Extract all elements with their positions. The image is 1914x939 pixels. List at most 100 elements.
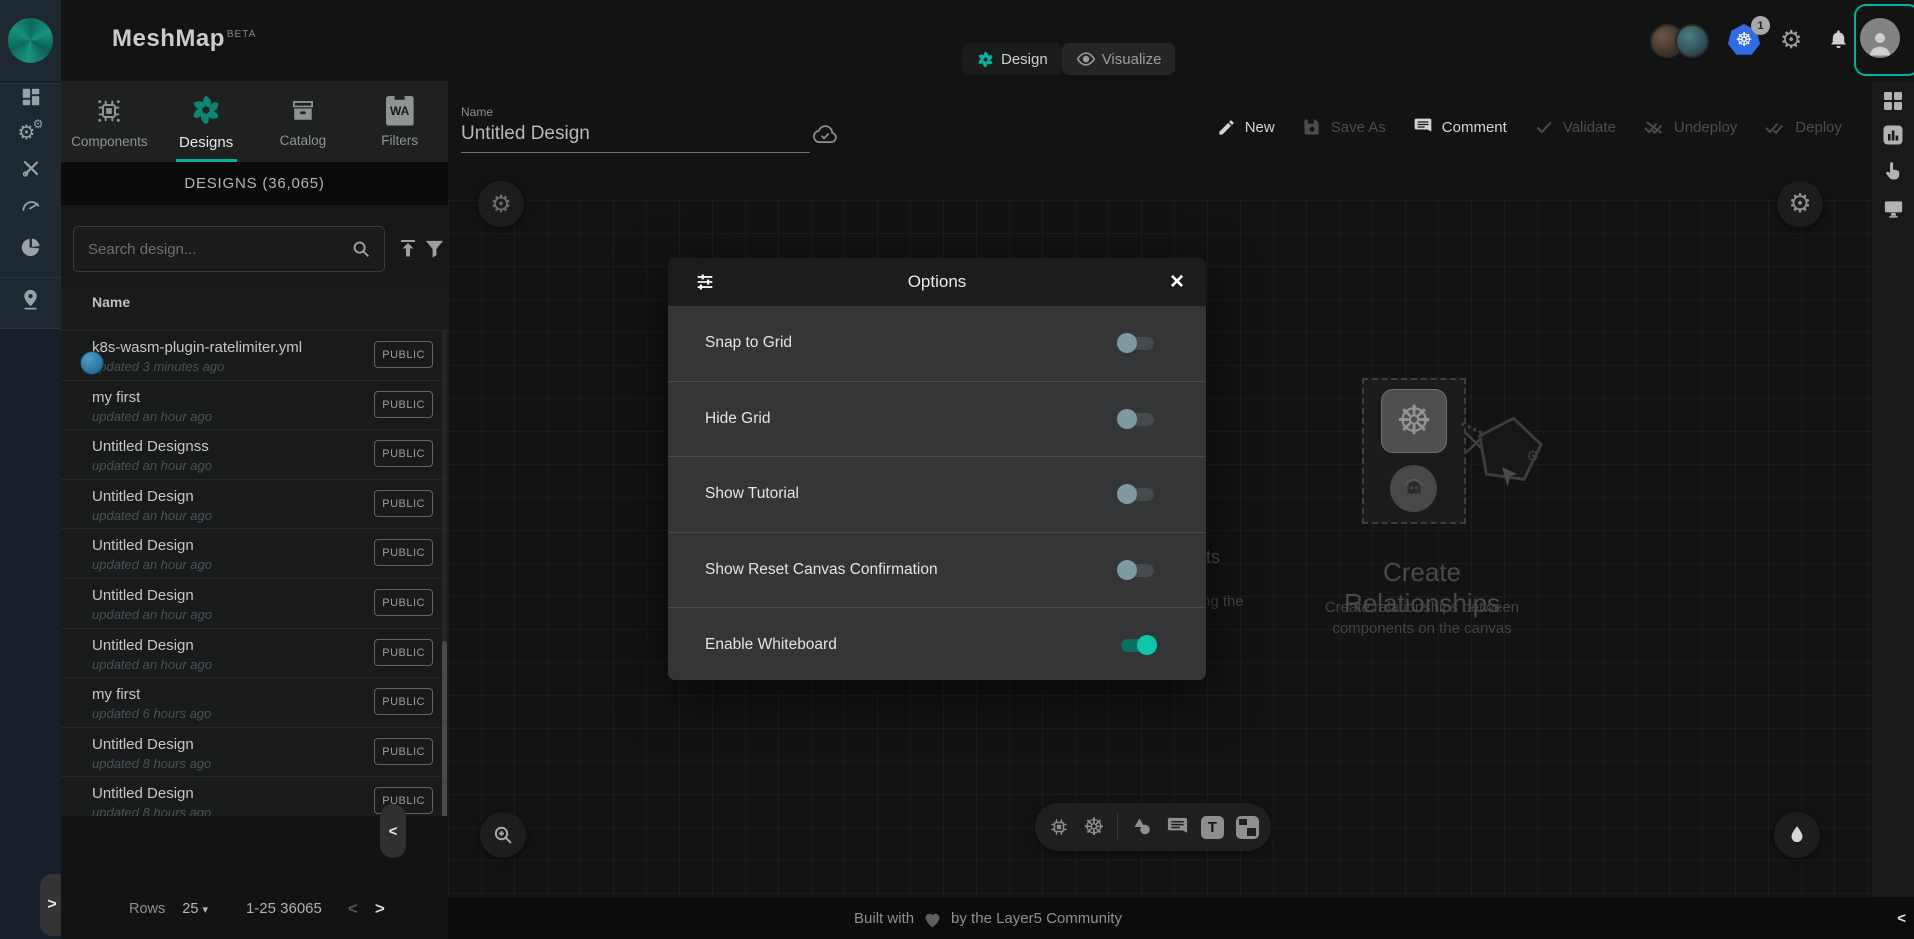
deploy-button[interactable]: Deploy <box>1764 117 1842 137</box>
user-avatar-button[interactable] <box>1860 18 1900 58</box>
design-owner-avatar <box>80 351 104 375</box>
occluded-tutorial-text: ts <box>1206 547 1220 568</box>
design-row[interactable]: Untitled Design updated an hour ago PUBL… <box>61 579 448 629</box>
settings-gear-icon[interactable]: ⚙ <box>1780 27 1802 52</box>
canvas-tools-dock: ☸ T <box>1035 803 1271 851</box>
enable-whiteboard-toggle[interactable] <box>1117 635 1157 655</box>
person-icon <box>1865 28 1895 58</box>
nav-performance-icon[interactable] <box>0 194 61 218</box>
search-icon[interactable] <box>350 238 372 260</box>
crossed-checks-icon <box>1643 117 1665 137</box>
dock-shapes-icon[interactable] <box>1130 815 1154 839</box>
undeploy-button[interactable]: Undeploy <box>1643 117 1737 137</box>
notifications-bell-icon[interactable] <box>1827 28 1850 51</box>
pointer-hand-icon[interactable] <box>1872 159 1914 182</box>
ink-drop-button[interactable] <box>1774 812 1820 858</box>
design-row[interactable]: my first updated an hour ago PUBLIC <box>61 381 448 431</box>
dock-components-icon[interactable] <box>1047 815 1071 839</box>
tab-catalog[interactable]: Catalog <box>255 81 352 162</box>
tab-visualize[interactable]: Visualize <box>1062 43 1176 75</box>
design-name-label: Name <box>461 105 493 119</box>
design-row[interactable]: Untitled Design updated an hour ago PUBL… <box>61 480 448 530</box>
show-tutorial-toggle[interactable] <box>1117 484 1157 504</box>
drawer-collapse-chevron[interactable]: < <box>380 804 406 858</box>
design-row[interactable]: Untitled Design updated 8 hours ago PUBL… <box>61 728 448 778</box>
nav-meshmap-pin-icon[interactable] <box>0 288 61 311</box>
list-pagination: Rows 25 ▾ 1-25 36065 < > <box>61 878 448 939</box>
design-spiral-icon <box>976 50 995 69</box>
nav-lifecycle-icon[interactable]: ⚙ ⚙ <box>0 118 61 144</box>
dock-divider <box>1117 814 1118 840</box>
tab-visualize-label: Visualize <box>1102 51 1162 68</box>
dock-text-icon[interactable]: T <box>1201 816 1224 839</box>
nav-configuration-icon[interactable] <box>0 157 61 179</box>
new-button[interactable]: New <box>1217 118 1275 137</box>
design-row[interactable]: Untitled Design updated an hour ago PUBL… <box>61 629 448 679</box>
cloud-saved-icon <box>810 121 840 147</box>
chart-panel-icon[interactable] <box>1872 123 1914 147</box>
snap-to-grid-toggle[interactable] <box>1117 333 1157 353</box>
tab-design[interactable]: Design <box>962 43 1062 75</box>
designs-spiral-icon <box>189 93 223 127</box>
option-enable-whiteboard: Enable Whiteboard <box>668 608 1206 680</box>
options-modal-title: Options <box>668 272 1206 292</box>
options-modal-body: Snap to Grid Hide Grid Show Tutorial Sho… <box>668 306 1206 680</box>
design-actions-toolbar: New Save As Comment <box>1217 117 1842 137</box>
right-panel-collapse-chevron[interactable]: < <box>1897 897 1906 939</box>
zoom-in-icon <box>491 823 515 847</box>
tab-filters[interactable]: WA Filters <box>351 81 448 162</box>
drawer-tabs: Components Designs <box>61 81 448 162</box>
save-as-button[interactable]: Save As <box>1302 117 1386 137</box>
design-row[interactable]: Untitled Design updated an hour ago PUBL… <box>61 529 448 579</box>
left-nav-rail: ⚙ ⚙ > ? v0.6.176 <box>0 81 61 939</box>
validate-button[interactable]: Validate <box>1534 117 1616 137</box>
heart-icon <box>922 909 943 928</box>
filter-funnel-icon[interactable] <box>423 237 446 260</box>
tab-components-label: Components <box>71 134 148 149</box>
search-area <box>61 205 448 287</box>
nav-dashboard-icon[interactable] <box>0 86 61 108</box>
save-icon <box>1302 117 1322 137</box>
canvas-options-button[interactable]: ⚙ <box>1777 181 1823 227</box>
design-row[interactable]: Untitled Designss updated an hour ago PU… <box>61 430 448 480</box>
tab-designs[interactable]: Designs <box>158 81 255 162</box>
components-chip-icon <box>93 95 125 127</box>
screen-icon[interactable] <box>1872 197 1914 220</box>
tutorial-meshery-ghost-icon <box>1390 465 1437 512</box>
comment-button[interactable]: Comment <box>1413 117 1507 137</box>
design-search-box <box>73 226 385 272</box>
canvas-settings-left-button[interactable]: ⚙ <box>478 181 524 227</box>
design-name-input[interactable] <box>461 123 806 153</box>
reset-canvas-confirmation-toggle[interactable] <box>1117 560 1157 580</box>
design-row[interactable]: my first updated 6 hours ago PUBLIC <box>61 678 448 728</box>
rows-per-page-select[interactable]: 25 ▾ <box>182 901 208 917</box>
widgets-grid-icon[interactable] <box>1872 89 1914 113</box>
hide-grid-toggle[interactable] <box>1117 409 1157 429</box>
nav-extensions-icon[interactable] <box>0 236 61 259</box>
zoom-in-button[interactable] <box>480 812 526 858</box>
app-header: MeshMapBETA Design <box>0 0 1914 81</box>
design-row[interactable]: k8s-wasm-plugin-ratelimiter.yml updated … <box>61 331 448 381</box>
design-search-input[interactable] <box>86 227 340 271</box>
next-page-button[interactable]: > <box>375 899 385 919</box>
wasm-filter-icon: WA <box>386 96 414 126</box>
options-modal-header: Options × <box>668 258 1206 306</box>
option-show-tutorial: Show Tutorial <box>668 457 1206 533</box>
collaborator-avatar-2[interactable] <box>1675 24 1709 58</box>
prev-page-button[interactable]: < <box>348 899 358 919</box>
dock-comment-icon[interactable] <box>1166 816 1189 839</box>
k8s-context-button[interactable]: ☸ 1 <box>1728 24 1760 56</box>
collaborator-avatars[interactable] <box>1650 24 1709 58</box>
close-icon[interactable]: × <box>1170 270 1184 294</box>
meshmap-app: MeshMapBETA Design <box>0 0 1914 939</box>
upload-design-icon[interactable] <box>396 236 420 260</box>
tab-components[interactable]: Components <box>61 81 158 162</box>
dock-media-icon[interactable] <box>1236 816 1259 839</box>
tutorial-small-gear-icon: ⚙ <box>1526 449 1539 464</box>
layer5-logo-tile[interactable] <box>0 0 61 81</box>
visibility-badge: PUBLIC <box>374 589 433 616</box>
tutorial-description: Create relationships between components … <box>1302 597 1542 639</box>
column-header-name: Name <box>92 294 130 310</box>
visibility-badge: PUBLIC <box>374 341 433 368</box>
dock-kubernetes-icon[interactable]: ☸ <box>1083 815 1105 839</box>
